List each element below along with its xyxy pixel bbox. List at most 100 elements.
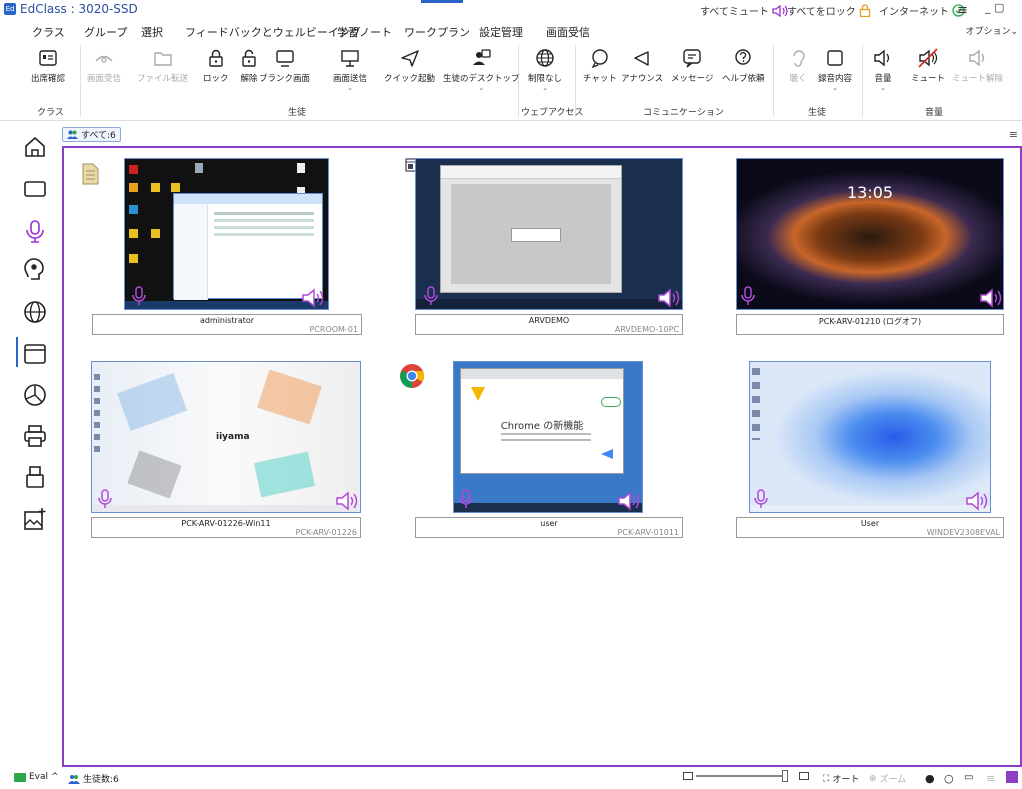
user-outline-icon[interactable]: ○ [944, 772, 954, 785]
internet-button[interactable]: インターネット [879, 3, 965, 18]
title-bar: Ed EdClass : 3020-SSD すべてミュート すべてをロック イン… [0, 0, 1022, 21]
auto-button[interactable]: ⛶ オート [823, 772, 859, 786]
student-username: PCK-ARV-01226-Win11 [181, 519, 271, 528]
microphone-icon[interactable] [131, 286, 147, 306]
text-line [501, 433, 591, 435]
microphone-icon[interactable] [740, 286, 756, 306]
file-transfer-button[interactable]: ファイル転送 [137, 47, 188, 84]
student-username: administrator [199, 316, 255, 325]
speaker-icon[interactable] [965, 491, 989, 511]
home-icon[interactable] [22, 134, 48, 160]
explorer-window [173, 193, 323, 300]
broadcast-caret[interactable]: ⌄ [347, 84, 353, 92]
unlock-button[interactable]: 解除 [238, 47, 260, 84]
menu-settings[interactable]: 設定管理 [479, 24, 523, 40]
microphone-icon[interactable] [753, 489, 769, 509]
recording-button[interactable]: 録音内容 ⌄ [818, 47, 852, 92]
chrome-window: Chrome の新機能 [460, 368, 624, 474]
grid-view-icon[interactable] [1006, 771, 1018, 783]
menu-learning-note[interactable]: 学習ノート [337, 24, 392, 40]
lock-all-button[interactable]: すべてをロック [787, 3, 871, 18]
blank-screen-button[interactable]: ブランク画面 [259, 47, 310, 84]
web-restriction-caret[interactable]: ⌄ [542, 84, 548, 92]
menu-group[interactable]: グループ [84, 24, 127, 40]
speaker-icon[interactable] [617, 491, 641, 511]
screen-receive-button[interactable]: 画面受信 [87, 47, 121, 84]
recording-caret[interactable]: ⌄ [832, 84, 838, 92]
help-request-button[interactable]: ヘルプ依頼 [722, 47, 765, 84]
thumbnail-size-slider[interactable] [683, 770, 809, 782]
options-menu[interactable]: オプション⌄ [965, 24, 1018, 37]
microphone-icon[interactable] [97, 489, 113, 509]
speaker-icon[interactable] [335, 491, 359, 511]
unmute-button[interactable]: ミュート解除 [952, 47, 1003, 84]
broadcast-button[interactable]: 画面送信 ⌄ [333, 47, 367, 92]
slider-thumb[interactable] [782, 770, 788, 782]
screen-view-icon[interactable] [22, 176, 48, 202]
mute-all-button[interactable]: すべてミュート [700, 3, 788, 18]
student-nameplate: PCK-ARV-01226-Win11 PCK-ARV-01226 [91, 517, 361, 538]
screen-icon[interactable]: ▭ [964, 772, 973, 783]
explorer-titlebar [174, 194, 322, 204]
attendance-button[interactable]: 出席確認 [31, 47, 65, 84]
student-nameplate: PCK-ARV-01210 (ログオフ) [736, 314, 1004, 335]
chat-button[interactable]: チャット [583, 47, 617, 84]
student-nameplate: user PCK-ARV-01011 [415, 517, 683, 538]
screen-thumbnail[interactable] [124, 158, 329, 310]
screen-thumbnail[interactable] [415, 158, 683, 310]
zoom-icon: ⊕ [869, 773, 877, 784]
volume-button[interactable]: 音量 ⌄ [872, 47, 894, 92]
quick-launch-button[interactable]: クイック起動 [384, 47, 435, 84]
small-screen-icon [683, 772, 693, 780]
screen-thumbnail[interactable]: Chrome の新機能 [453, 361, 643, 513]
usb-device-icon[interactable] [22, 464, 48, 490]
pie-chart-icon[interactable] [22, 382, 48, 408]
unlock-label: 解除 [240, 74, 258, 84]
screen-thumbnail[interactable]: iiyama [91, 361, 361, 513]
globe-icon [536, 49, 554, 67]
paint-toolbox [511, 228, 561, 242]
volume-caret[interactable]: ⌄ [880, 84, 886, 92]
screen-thumbnail[interactable]: 13:05 [736, 158, 1004, 310]
slider-track[interactable] [696, 770, 788, 782]
microphone-icon[interactable] [22, 218, 48, 244]
screen-thumbnail[interactable] [749, 361, 991, 513]
app-window-icon[interactable] [22, 341, 48, 367]
menu-work-plan[interactable]: ワークプラン [404, 24, 470, 40]
mute-button[interactable]: ミュート [911, 47, 945, 84]
microphone-icon[interactable] [423, 286, 439, 306]
microphone-icon[interactable] [458, 489, 474, 509]
menu-feedback[interactable]: フィードバックとウェルビーイング [185, 24, 361, 40]
message-button[interactable]: メッセージ [671, 47, 713, 84]
explorer-row [214, 219, 314, 222]
student-desktop-caret[interactable]: ⌄ [478, 84, 484, 92]
wellbeing-icon[interactable] [22, 257, 48, 283]
announce-button[interactable]: アナウンス [621, 47, 663, 84]
menu-select[interactable]: 選択 [141, 24, 163, 40]
zoom-button[interactable]: ⊕ ズーム [869, 772, 906, 786]
speaker-icon[interactable] [657, 288, 681, 308]
menu-screen-receive[interactable]: 画面受信 [546, 24, 590, 40]
hamburger-menu-icon[interactable]: ≡ [957, 3, 968, 18]
globe-icon[interactable] [22, 299, 48, 325]
window-controls[interactable]: _ ▢ [985, 1, 1004, 14]
ribbon-divider [862, 45, 863, 117]
user-icon[interactable]: ● [925, 772, 935, 785]
filter-all-chip[interactable]: すべて:6 [62, 127, 121, 142]
listen-label: 聴く [789, 74, 807, 84]
eval-license-badge[interactable]: Eval ^ [14, 772, 59, 782]
web-restriction-button[interactable]: 制限なし ⌄ [528, 47, 562, 92]
eval-label: Eval [29, 772, 49, 782]
printer-icon[interactable] [22, 423, 48, 449]
student-desktop-button[interactable]: 生徒のデスクトップ ⌄ [443, 47, 520, 92]
help-icon [735, 49, 751, 65]
chrome-icon [400, 364, 425, 388]
add-image-icon[interactable] [22, 506, 48, 532]
list-options-icon[interactable]: ≡ [1009, 128, 1018, 141]
list-view-icon[interactable]: ≡ [986, 772, 995, 785]
lock-button[interactable]: ロック [203, 47, 229, 84]
speaker-icon[interactable] [979, 288, 1003, 308]
student-username: ARVDEMO [528, 316, 570, 325]
speaker-icon[interactable] [301, 288, 325, 308]
listen-button[interactable]: 聴く [787, 47, 809, 84]
